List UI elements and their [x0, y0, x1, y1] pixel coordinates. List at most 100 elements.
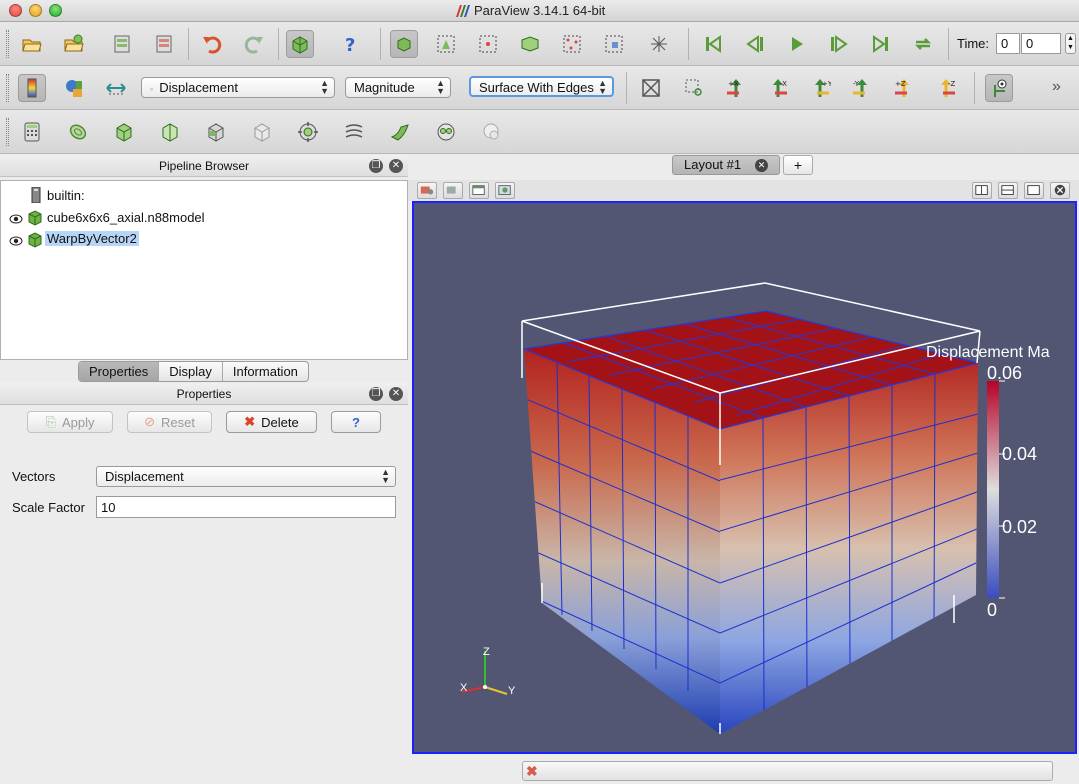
screenshot-icon[interactable] — [495, 182, 515, 199]
set-view-minus-x-icon[interactable]: -X — [764, 74, 792, 102]
svg-text:-Z: -Z — [948, 80, 956, 88]
slice-icon[interactable] — [156, 118, 184, 146]
last-frame-icon[interactable] — [867, 30, 895, 58]
abort-icon[interactable]: ✖ — [526, 763, 542, 779]
close-panel-icon[interactable]: ✕ — [389, 387, 403, 401]
split-vertical-icon[interactable] — [998, 182, 1018, 199]
color-by-dropdown[interactable]: ◦ Displacement ▲ ▼ — [141, 77, 335, 98]
disconnect-icon[interactable] — [150, 30, 178, 58]
eye-visible-icon[interactable] — [9, 214, 23, 224]
pipeline-browser[interactable]: builtin: cube6x6x6_axial.n88model WarpBy… — [0, 180, 408, 360]
pick-icon[interactable] — [645, 30, 673, 58]
maximize-view-icon[interactable] — [1024, 182, 1044, 199]
svg-text:?: ? — [345, 35, 355, 55]
color-legend-icon[interactable] — [60, 74, 88, 102]
first-frame-icon[interactable] — [699, 30, 727, 58]
select-frustum-cells-icon[interactable] — [474, 30, 502, 58]
open-recent-icon[interactable] — [60, 30, 88, 58]
threshold-icon[interactable] — [202, 118, 230, 146]
capture-camera-icon[interactable] — [417, 182, 437, 199]
close-panel-icon[interactable]: ✕ — [389, 159, 403, 173]
representation-value: Surface With Edges — [479, 80, 594, 95]
pipeline-browser-header: Pipeline Browser ❐ ✕ — [0, 155, 408, 177]
clip-icon[interactable] — [110, 118, 138, 146]
float-panel-icon[interactable]: ❐ — [369, 387, 383, 401]
next-frame-icon[interactable] — [825, 30, 853, 58]
open-icon[interactable] — [18, 30, 46, 58]
toolbar-overflow-button[interactable]: » — [1052, 78, 1061, 96]
select-interactive-icon[interactable] — [600, 30, 628, 58]
tab-display[interactable]: Display — [159, 362, 223, 381]
zoom-to-box-icon[interactable] — [680, 74, 708, 102]
help-icon[interactable]: ? — [336, 30, 364, 58]
extract-level-icon[interactable] — [478, 118, 506, 146]
vectors-dropdown[interactable]: Displacement ▲ ▼ — [96, 466, 396, 487]
extract-subset-icon[interactable] — [248, 118, 276, 146]
undo-icon[interactable] — [198, 30, 226, 58]
pipeline-item-builtin[interactable]: builtin: — [47, 188, 85, 203]
component-dropdown[interactable]: Magnitude ▲ ▼ — [345, 77, 451, 98]
add-layout-tab-button[interactable]: + — [783, 155, 813, 175]
tab-properties[interactable]: Properties — [79, 362, 160, 381]
render-scene[interactable]: Displacement Ma 0.06 0.04 0.02 0 Z Y X — [414, 203, 1077, 754]
set-view-minus-z-icon[interactable]: -Z — [932, 74, 960, 102]
zoom-to-data-icon[interactable] — [637, 74, 665, 102]
cube-source-icon — [28, 210, 42, 226]
time-value-field[interactable]: 0 — [996, 33, 1020, 54]
select-points-icon[interactable] — [432, 30, 460, 58]
set-view-minus-y-icon[interactable]: -Y — [848, 74, 876, 102]
pipeline-item-warp-by-vector[interactable]: WarpByVector2 — [45, 231, 139, 246]
render-view[interactable]: Displacement Ma 0.06 0.04 0.02 0 Z Y X — [412, 201, 1077, 754]
split-camera-icon[interactable] — [443, 182, 463, 199]
contour-icon[interactable] — [64, 118, 92, 146]
pipeline-item-cube-model[interactable]: cube6x6x6_axial.n88model — [47, 210, 205, 225]
set-view-plus-y-icon[interactable]: +Y — [806, 74, 834, 102]
zoom-window-button[interactable] — [49, 4, 62, 17]
scale-factor-field[interactable]: 10 — [96, 496, 396, 518]
set-view-plus-x-icon[interactable]: +X — [722, 74, 750, 102]
calculator-icon[interactable] — [18, 118, 46, 146]
center-axes-icon[interactable] — [985, 74, 1013, 102]
help-button[interactable]: ? — [331, 411, 381, 433]
layout-tab[interactable]: Layout #1 ✕ — [672, 155, 780, 175]
stream-tracer-icon[interactable] — [340, 118, 368, 146]
play-icon[interactable] — [783, 30, 811, 58]
group-datasets-icon[interactable] — [432, 118, 460, 146]
close-view-icon[interactable] — [1050, 182, 1070, 199]
delete-button[interactable]: ✖ Delete — [226, 411, 317, 433]
select-block-icon[interactable] — [516, 30, 544, 58]
set-view-plus-z-icon[interactable]: +Z — [890, 74, 918, 102]
toolbar-grip[interactable] — [6, 118, 9, 146]
select-cells-icon[interactable] — [390, 30, 418, 58]
pipeline-browser-title: Pipeline Browser — [158, 159, 250, 173]
connect-icon[interactable] — [108, 30, 136, 58]
toolbar-grip[interactable] — [6, 74, 9, 102]
warp-by-vector-icon[interactable] — [386, 118, 414, 146]
time-index-field[interactable]: 0 — [1021, 33, 1061, 54]
select-frustum-points-icon[interactable] — [558, 30, 586, 58]
split-horizontal-icon[interactable] — [972, 182, 992, 199]
colorbar-tick-min: 0 — [987, 600, 997, 620]
view-settings-icon[interactable] — [469, 182, 489, 199]
apply-button[interactable]: ⎘ Apply — [27, 411, 113, 433]
edit-color-map-icon[interactable] — [18, 74, 46, 102]
reset-button[interactable]: ⊘ Reset — [127, 411, 212, 433]
panel-tab-bar: Properties Display Information — [78, 361, 309, 382]
toolbar-grip[interactable] — [6, 30, 9, 58]
float-panel-icon[interactable]: ❐ — [369, 159, 383, 173]
previous-frame-icon[interactable] — [741, 30, 769, 58]
time-spinner[interactable]: ▲ ▼ — [1065, 33, 1076, 54]
eye-visible-icon[interactable] — [9, 236, 23, 246]
redo-icon[interactable] — [240, 30, 268, 58]
glyph-icon[interactable] — [294, 118, 322, 146]
representation-dropdown[interactable]: Surface With Edges ▲ ▼ — [469, 76, 614, 97]
close-window-button[interactable] — [9, 4, 22, 17]
rescale-range-icon[interactable] — [102, 74, 130, 102]
minimize-window-button[interactable] — [29, 4, 42, 17]
loop-icon[interactable] — [909, 30, 937, 58]
close-tab-icon[interactable]: ✕ — [755, 159, 768, 172]
window-title: ParaView 3.14.1 64-bit — [474, 3, 606, 18]
tab-information[interactable]: Information — [223, 362, 308, 381]
reset-camera-icon[interactable] — [286, 30, 314, 58]
server-icon — [31, 187, 41, 203]
